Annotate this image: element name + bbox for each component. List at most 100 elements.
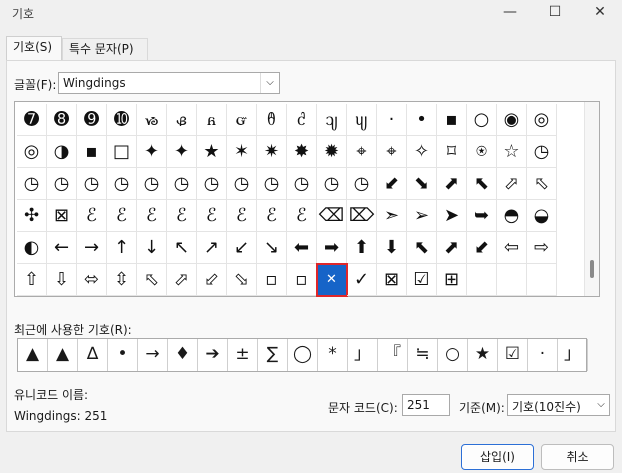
symbol-cell[interactable]: ▪ bbox=[437, 104, 467, 136]
symbol-cell[interactable]: ➤ bbox=[437, 200, 467, 232]
symbol-cell[interactable]: ◒ bbox=[527, 200, 557, 232]
symbol-cell[interactable]: ➥ bbox=[467, 200, 497, 232]
symbol-cell[interactable]: ℰ bbox=[227, 200, 257, 232]
symbol-cell[interactable]: ⬈ bbox=[437, 232, 467, 264]
symbol-cell[interactable]: ℰ bbox=[77, 200, 107, 232]
symbol-cell[interactable]: ᦼ bbox=[347, 104, 377, 136]
symbol-cell[interactable]: ℰ bbox=[257, 200, 287, 232]
symbol-cell[interactable]: ⬇ bbox=[377, 232, 407, 264]
symbol-cell[interactable]: ◎ bbox=[17, 136, 47, 168]
maximize-button[interactable]: ☐ bbox=[533, 0, 577, 26]
symbol-cell[interactable]: · bbox=[377, 104, 407, 136]
symbol-cell[interactable]: ᦹ bbox=[257, 104, 287, 136]
symbol-cell[interactable]: ⊞ bbox=[437, 264, 467, 296]
symbol-cell[interactable]: ⌖ bbox=[347, 136, 377, 168]
symbol-cell[interactable]: → bbox=[77, 232, 107, 264]
symbol-cell[interactable]: ⇧ bbox=[17, 264, 47, 296]
symbol-cell[interactable]: ☆ bbox=[497, 136, 527, 168]
symbol-cell[interactable]: ▫ bbox=[257, 264, 287, 296]
symbol-cell[interactable]: ⬆ bbox=[347, 232, 377, 264]
symbol-cell[interactable]: ★ bbox=[197, 136, 227, 168]
symbol-cell[interactable]: ✦ bbox=[167, 136, 197, 168]
symbol-cell[interactable]: ⬀ bbox=[497, 168, 527, 200]
symbol-cell[interactable]: ⬋ bbox=[467, 232, 497, 264]
symbol-cell[interactable]: ◷ bbox=[527, 136, 557, 168]
close-button[interactable]: ✕ bbox=[578, 0, 622, 26]
symbol-cell[interactable]: ✸ bbox=[287, 136, 317, 168]
recent-symbol-cell[interactable]: 『 bbox=[378, 339, 408, 371]
symbol-cell[interactable]: ◷ bbox=[257, 168, 287, 200]
symbol-cell[interactable]: ᏸ bbox=[167, 104, 197, 136]
symbol-cell[interactable]: ℰ bbox=[107, 200, 137, 232]
symbol-cell[interactable]: ⬃ bbox=[197, 264, 227, 296]
recent-symbol-cell[interactable]: → bbox=[138, 339, 168, 371]
symbol-cell[interactable]: ⌑ bbox=[437, 136, 467, 168]
symbol-cell[interactable]: ◷ bbox=[167, 168, 197, 200]
recent-symbol-cell[interactable]: ➔ bbox=[198, 339, 228, 371]
recent-symbol-cell[interactable]: • bbox=[108, 339, 138, 371]
font-select[interactable]: Wingdings ⌵ bbox=[58, 72, 280, 94]
symbol-cell[interactable]: ⬄ bbox=[77, 264, 107, 296]
symbol-cell[interactable]: ◷ bbox=[227, 168, 257, 200]
symbol-cell[interactable]: ⬉ bbox=[467, 168, 497, 200]
symbol-cell[interactable]: ⊠ bbox=[377, 264, 407, 296]
recent-symbol-cell[interactable]: 」 bbox=[348, 339, 378, 371]
symbol-cell[interactable]: ➐ bbox=[17, 104, 47, 136]
symbol-cell[interactable]: ◐ bbox=[17, 232, 47, 264]
recent-symbol-cell[interactable]: ★ bbox=[468, 339, 498, 371]
symbol-cell[interactable]: ⌦ bbox=[347, 200, 377, 232]
symbol-cell[interactable]: ✹ bbox=[317, 136, 347, 168]
symbol-cell[interactable]: ◷ bbox=[107, 168, 137, 200]
insert-button[interactable]: 삽입(I) bbox=[461, 444, 534, 470]
symbol-cell[interactable]: ᏻ bbox=[227, 104, 257, 136]
symbol-cell[interactable]: ℰ bbox=[287, 200, 317, 232]
symbol-cell[interactable]: ○ bbox=[467, 104, 497, 136]
symbol-cell[interactable]: ➑ bbox=[47, 104, 77, 136]
symbol-cell[interactable]: ◷ bbox=[317, 168, 347, 200]
symbol-cell[interactable]: ➣ bbox=[377, 200, 407, 232]
recent-symbol-cell[interactable]: ☑ bbox=[498, 339, 528, 371]
symbol-cell[interactable]: ◷ bbox=[47, 168, 77, 200]
chevron-down-icon[interactable]: ⌵ bbox=[260, 73, 279, 93]
symbol-cell[interactable]: ➡ bbox=[317, 232, 347, 264]
symbol-cell[interactable]: ᏹ bbox=[137, 104, 167, 136]
minimize-button[interactable]: — bbox=[488, 0, 532, 26]
symbol-cell[interactable]: ᦺ bbox=[287, 104, 317, 136]
tab-special-characters[interactable]: 특수 문자(P) bbox=[62, 38, 148, 60]
symbol-cell[interactable]: ◷ bbox=[137, 168, 167, 200]
recent-symbol-cell[interactable]: ○ bbox=[438, 339, 468, 371]
grid-scrollbar[interactable] bbox=[584, 102, 599, 296]
symbol-cell[interactable]: ✶ bbox=[227, 136, 257, 168]
symbol-cell[interactable]: ◷ bbox=[77, 168, 107, 200]
recent-symbol-cell[interactable]: ± bbox=[228, 339, 258, 371]
symbol-cell[interactable]: ℰ bbox=[197, 200, 227, 232]
symbol-cell[interactable]: ⇩ bbox=[47, 264, 77, 296]
symbol-cell[interactable]: ◉ bbox=[497, 104, 527, 136]
symbol-cell[interactable]: ➢ bbox=[407, 200, 437, 232]
symbol-cell[interactable]: ▪ bbox=[77, 136, 107, 168]
symbol-cell[interactable]: ▫ bbox=[287, 264, 317, 296]
symbol-cell[interactable]: ℰ bbox=[137, 200, 167, 232]
symbol-cell[interactable]: ⌫ bbox=[317, 200, 347, 232]
symbol-cell[interactable]: ✷ bbox=[257, 136, 287, 168]
symbol-cell[interactable]: ⬈ bbox=[437, 168, 467, 200]
recent-symbol-cell[interactable]: ◯ bbox=[288, 339, 318, 371]
symbol-cell[interactable]: ⇳ bbox=[107, 264, 137, 296]
symbol-cell[interactable] bbox=[527, 264, 557, 296]
symbol-cell[interactable]: ⬁ bbox=[137, 264, 167, 296]
symbol-cell[interactable]: □ bbox=[107, 136, 137, 168]
symbol-cell[interactable]: ⬅ bbox=[287, 232, 317, 264]
symbol-cell[interactable] bbox=[497, 264, 527, 296]
scrollbar-thumb[interactable] bbox=[590, 260, 594, 278]
symbol-cell[interactable]: ⬀ bbox=[167, 264, 197, 296]
symbol-cell[interactable] bbox=[467, 264, 497, 296]
symbol-cell[interactable]: ᦻ bbox=[317, 104, 347, 136]
recent-symbol-cell[interactable]: · bbox=[528, 339, 558, 371]
symbol-cell[interactable]: ᏺ bbox=[197, 104, 227, 136]
symbol-cell[interactable]: ✣ bbox=[17, 200, 47, 232]
symbol-cell[interactable]: ⬋ bbox=[377, 168, 407, 200]
symbol-cell[interactable]: ◎ bbox=[527, 104, 557, 136]
symbol-cell[interactable]: ➒ bbox=[77, 104, 107, 136]
symbol-cell[interactable]: ↗ bbox=[197, 232, 227, 264]
symbol-cell[interactable]: ◑ bbox=[47, 136, 77, 168]
